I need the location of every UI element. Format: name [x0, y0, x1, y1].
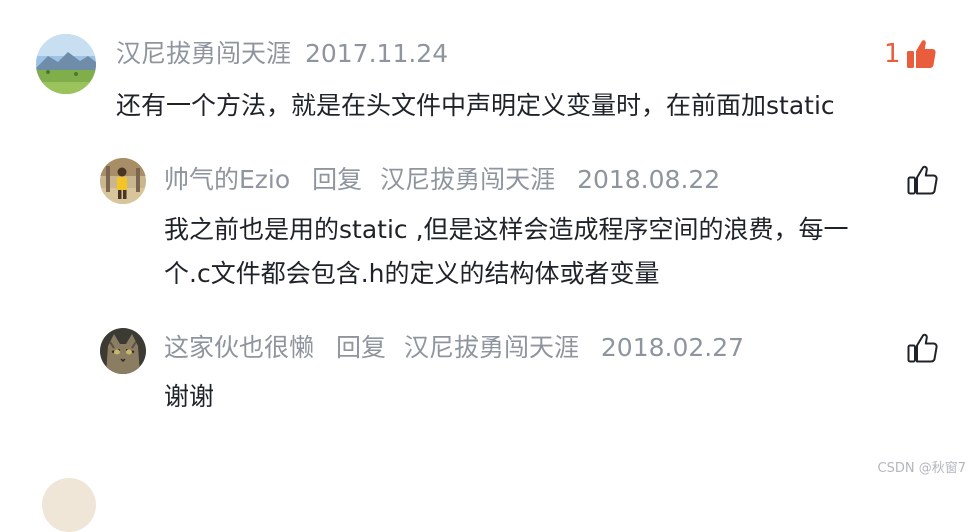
- watermark: CSDN @秋窗7: [877, 461, 966, 476]
- thumbs-up-outline-icon: [907, 165, 938, 195]
- reply-meta-row: 帅气的Ezio 回复 汉尼拔勇闯天涯 2018.08.22: [164, 164, 720, 196]
- avatar[interactable]: [100, 328, 146, 374]
- reply-to-author[interactable]: 汉尼拔勇闯天涯: [380, 165, 555, 194]
- like-button[interactable]: [906, 164, 938, 196]
- cat-avatar-icon: [100, 328, 146, 374]
- basketball-player-avatar-icon: [100, 158, 146, 204]
- like-count: 1: [884, 39, 901, 69]
- comment-author[interactable]: 汉尼拔勇闯天涯: [116, 39, 291, 68]
- reply-author[interactable]: 帅气的Ezio: [164, 165, 290, 194]
- comment-text: 还有一个方法，就是在头文件中声明定义变量时，在前面加static: [116, 91, 835, 120]
- comment-date: 2017.11.24: [304, 39, 449, 68]
- thumbs-up-outline-icon: [907, 333, 938, 363]
- reply-label: 回复: [312, 165, 363, 194]
- avatar[interactable]: [42, 478, 96, 532]
- landscape-avatar-icon: [36, 34, 96, 94]
- avatar[interactable]: [100, 158, 146, 204]
- reply-text-line: 个.c文件都会包含.h的定义的结构体或者变量: [164, 259, 660, 288]
- thumbs-up-filled-icon: [906, 40, 936, 68]
- like-button[interactable]: [906, 332, 938, 364]
- reply-date: 2018.02.27: [600, 333, 745, 362]
- reply-label: 回复: [335, 333, 386, 362]
- like-button[interactable]: 1: [884, 38, 937, 70]
- reply-date: 2018.08.22: [577, 165, 721, 194]
- reply-text-line: 谢谢: [164, 382, 215, 411]
- reply-to-author[interactable]: 汉尼拔勇闯天涯: [404, 333, 579, 362]
- comment-author-row: 汉尼拔勇闯天涯 2017.11.24: [116, 38, 448, 70]
- avatar[interactable]: [36, 34, 96, 94]
- reply-meta-row: 这家伙也很懒 回复 汉尼拔勇闯天涯 2018.02.27: [164, 332, 744, 364]
- reply-author[interactable]: 这家伙也很懒: [164, 333, 314, 362]
- reply-text-line: 我之前也是用的static ,但是这样会造成程序空间的浪费，每一: [164, 215, 849, 244]
